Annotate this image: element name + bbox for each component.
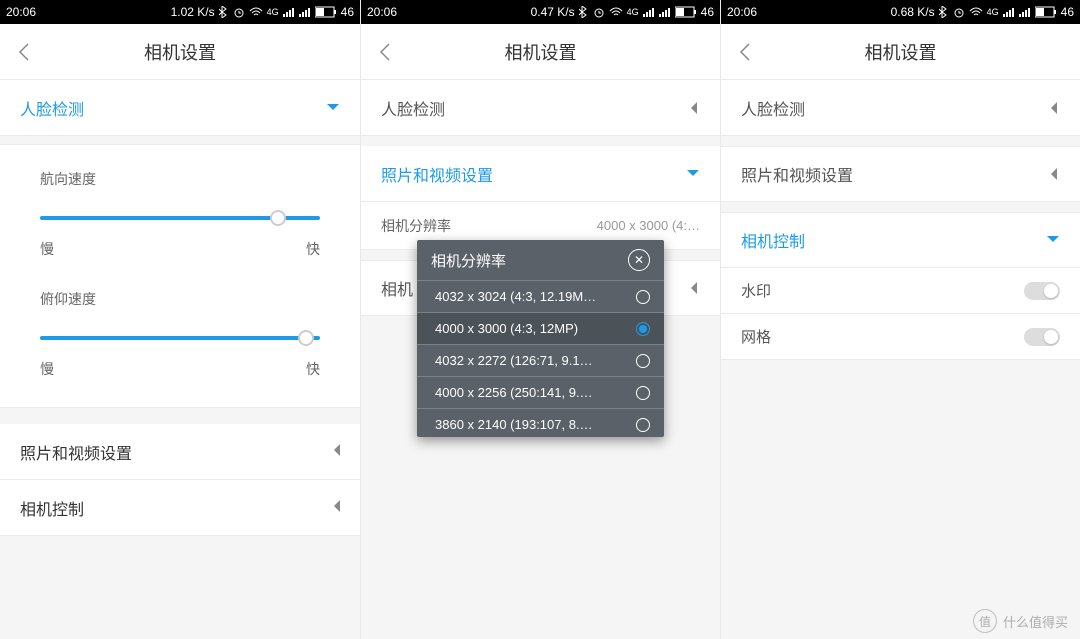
section-face-detect[interactable]: 人脸检测 bbox=[0, 80, 360, 136]
slider-yaw[interactable] bbox=[40, 209, 320, 227]
option-0[interactable]: 4032 x 3024 (4:3, 12.19M… bbox=[417, 280, 664, 312]
caret-left-icon bbox=[1046, 167, 1060, 181]
dialog-title: 相机分辨率 bbox=[431, 250, 506, 271]
watermark: 值 什么值得买 bbox=[973, 609, 1068, 633]
section-photo-video[interactable]: 照片和视频设置 bbox=[0, 424, 360, 480]
pane-1: 20:06 1.02 K/s 4G 46 相机设置 人脸检测 bbox=[0, 0, 360, 639]
header: 相机设置 bbox=[721, 24, 1080, 80]
chevron-left-icon bbox=[18, 43, 30, 61]
status-bar: 20:06 0.68 K/s 4G 46 bbox=[721, 0, 1080, 24]
battery-pct: 46 bbox=[341, 5, 354, 19]
signal-icon-2 bbox=[659, 7, 671, 17]
slider-pitch[interactable] bbox=[40, 329, 320, 347]
page-title: 相机设置 bbox=[0, 39, 360, 65]
alarm-icon bbox=[953, 6, 965, 18]
battery-icon bbox=[675, 6, 697, 18]
back-button[interactable] bbox=[361, 24, 409, 80]
option-4[interactable]: 3860 x 2140 (193:107, 8.… bbox=[417, 408, 664, 437]
battery-icon bbox=[315, 6, 337, 18]
toggle-watermark-row: 水印 bbox=[721, 268, 1080, 314]
wifi-icon bbox=[249, 7, 263, 17]
section-camera-control[interactable]: 相机控制 bbox=[721, 212, 1080, 268]
chevron-left-icon bbox=[739, 43, 751, 61]
option-2[interactable]: 4032 x 2272 (126:71, 9.1… bbox=[417, 344, 664, 376]
caret-left-icon bbox=[1046, 101, 1060, 115]
slider2-title: 俯仰速度 bbox=[40, 289, 320, 309]
pane-3: 20:06 0.68 K/s 4G 46 相机设置 人脸检测 bbox=[720, 0, 1080, 639]
caret-left-icon bbox=[332, 443, 340, 461]
section-face-detect[interactable]: 人脸检测 bbox=[361, 80, 720, 136]
caret-left-icon bbox=[332, 499, 340, 517]
header: 相机设置 bbox=[361, 24, 720, 80]
section-face-detect[interactable]: 人脸检测 bbox=[721, 80, 1080, 136]
caret-down-icon bbox=[1046, 233, 1060, 247]
close-icon[interactable]: ✕ bbox=[628, 249, 650, 271]
caret-left-icon bbox=[686, 101, 700, 115]
signal-icon bbox=[283, 7, 295, 17]
resolution-dialog: 相机分辨率 ✕ 4032 x 3024 (4:3, 12.19M… 4000 x… bbox=[417, 240, 664, 437]
alarm-icon bbox=[593, 6, 605, 18]
net-speed: 1.02 K/s bbox=[171, 5, 215, 19]
signal-icon-2 bbox=[1019, 7, 1031, 17]
section-photo-video[interactable]: 照片和视频设置 bbox=[361, 146, 720, 202]
face-detect-card: 航向速度 慢 快 俯仰速度 慢 快 bbox=[0, 144, 360, 408]
section-photo-video[interactable]: 照片和视频设置 bbox=[721, 146, 1080, 202]
header: 相机设置 bbox=[0, 24, 360, 80]
option-1[interactable]: 4000 x 3000 (4:3, 12MP) bbox=[417, 312, 664, 344]
back-button[interactable] bbox=[721, 24, 769, 80]
toggle-grid[interactable] bbox=[1024, 328, 1060, 346]
caret-down-icon bbox=[686, 167, 700, 181]
bluetooth-icon bbox=[579, 6, 589, 18]
signal-icon-2 bbox=[299, 7, 311, 17]
signal-icon bbox=[643, 7, 655, 17]
section-camera-control[interactable]: 相机控制 bbox=[0, 480, 360, 536]
wifi-icon bbox=[609, 7, 623, 17]
status-bar: 20:06 0.47 K/s 4G 46 bbox=[361, 0, 720, 24]
toggle-grid-row: 网格 bbox=[721, 314, 1080, 360]
caret-down-icon bbox=[326, 101, 340, 115]
status-time: 20:06 bbox=[6, 5, 36, 19]
bluetooth-icon bbox=[939, 6, 949, 18]
toggle-watermark[interactable] bbox=[1024, 282, 1060, 300]
signal-icon bbox=[1003, 7, 1015, 17]
status-bar: 20:06 1.02 K/s 4G 46 bbox=[0, 0, 360, 24]
alarm-icon bbox=[233, 6, 245, 18]
battery-icon bbox=[1035, 6, 1057, 18]
caret-left-icon bbox=[686, 281, 700, 295]
wifi-icon bbox=[969, 7, 983, 17]
option-3[interactable]: 4000 x 2256 (250:141, 9.… bbox=[417, 376, 664, 408]
slider1-title: 航向速度 bbox=[40, 169, 320, 189]
pane-2: 20:06 0.47 K/s 4G 46 相机设置 人脸检测 bbox=[360, 0, 720, 639]
chevron-left-icon bbox=[379, 43, 391, 61]
bluetooth-icon bbox=[219, 6, 229, 18]
back-button[interactable] bbox=[0, 24, 48, 80]
